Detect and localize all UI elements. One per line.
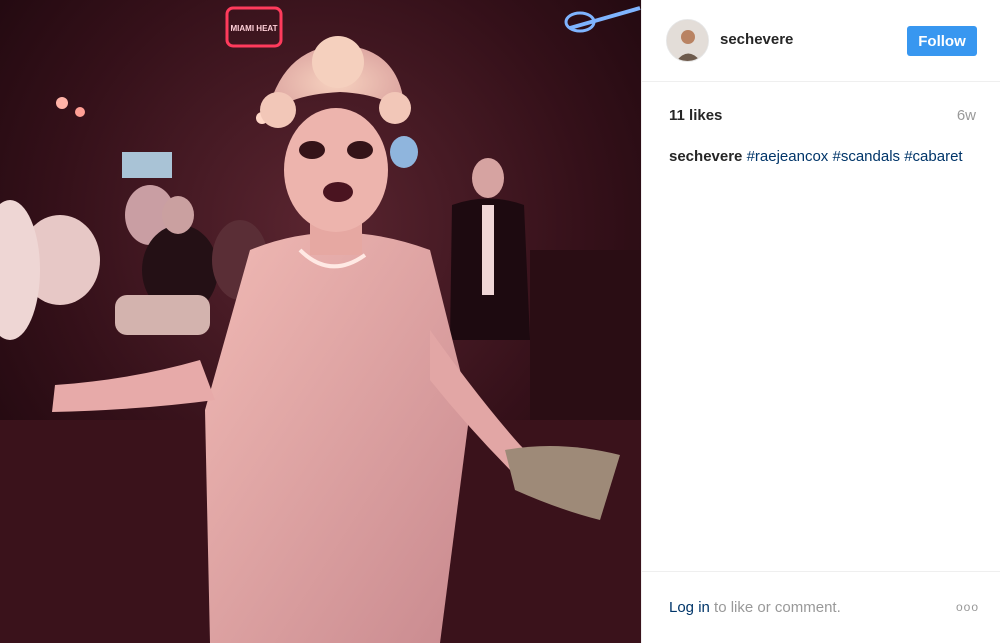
caption-username[interactable]: sechevere <box>669 148 742 165</box>
avatar-image <box>667 20 708 61</box>
follow-button[interactable]: Follow <box>907 26 977 56</box>
post-footer: Log in to like or comment. ooo <box>642 571 1000 643</box>
post-caption: sechevere #raejeancox #scandals #cabaret <box>669 147 969 167</box>
hashtag-cabaret[interactable]: #cabaret <box>904 148 962 165</box>
hashtag-scandals[interactable]: #scandals <box>832 148 900 165</box>
login-prompt: Log in to like or comment. <box>669 599 841 616</box>
post-header: sechevere Follow <box>642 0 1000 82</box>
photo-scene: MIAMI HEAT <box>0 0 641 643</box>
more-options-icon[interactable]: ooo <box>956 600 979 614</box>
hashtag-raejeancox[interactable]: #raejeancox <box>747 148 829 165</box>
login-prompt-text: to like or comment. <box>709 599 841 616</box>
neon-sign-text: MIAMI HEAT <box>231 24 278 33</box>
username-link[interactable]: sechevere <box>720 31 793 48</box>
login-link[interactable]: Log in <box>669 599 710 616</box>
likes-count[interactable]: 11 likes <box>669 107 722 124</box>
post-details-panel: sechevere Follow 11 likes 6w sechevere #… <box>641 0 1000 643</box>
avatar[interactable] <box>666 19 709 62</box>
post-photo: MIAMI HEAT <box>0 0 641 643</box>
post-age[interactable]: 6w <box>957 107 976 124</box>
